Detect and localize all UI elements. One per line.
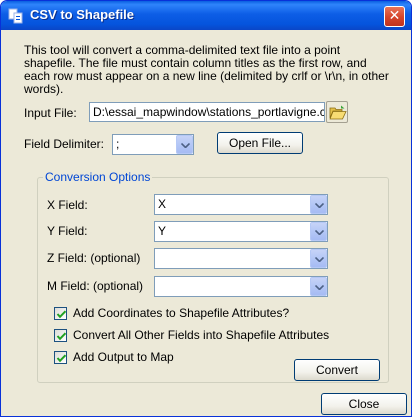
y-field-select[interactable]: Y (154, 221, 328, 242)
title-bar[interactable]: CSV to Shapefile ✕ (1, 1, 411, 30)
chevron-down-icon[interactable] (310, 195, 327, 214)
y-field-label: Y Field: (47, 224, 88, 238)
add-coordinates-label[interactable]: Add Coordinates to Shapefile Attributes? (73, 306, 289, 320)
app-icon (8, 8, 24, 24)
y-field-value: Y (158, 224, 167, 238)
title-close-icon[interactable]: ✕ (384, 6, 405, 27)
add-coordinates-checkbox[interactable] (54, 307, 67, 320)
convert-other-fields-checkbox[interactable] (54, 329, 67, 342)
convert-other-fields-label[interactable]: Convert All Other Fields into Shapefile … (73, 328, 329, 342)
chevron-down-icon[interactable] (176, 135, 193, 154)
field-delimiter-select[interactable]: ; (112, 134, 194, 155)
conversion-options-title: Conversion Options (43, 170, 153, 184)
x-field-value: X (158, 197, 167, 211)
browse-folder-button[interactable] (326, 101, 348, 123)
check-mark-icon (56, 354, 67, 363)
input-file-label: Input File: (24, 106, 77, 120)
csv-to-shapefile-window: CSV to Shapefile ✕ This tool will conver… (0, 0, 412, 417)
chevron-down-icon[interactable] (310, 222, 327, 241)
x-field-label: X Field: (47, 198, 88, 212)
open-file-button[interactable]: Open File... (217, 132, 303, 154)
convert-button[interactable]: Convert (294, 359, 380, 381)
chevron-down-icon[interactable] (310, 277, 327, 296)
check-mark-icon (56, 310, 67, 319)
z-field-label: Z Field: (optional) (47, 251, 141, 265)
description-text: This tool will convert a comma-delimited… (24, 43, 389, 96)
check-mark-icon (56, 332, 67, 341)
dialog-body: This tool will convert a comma-delimited… (4, 30, 408, 415)
field-delimiter-value: ; (116, 137, 120, 151)
add-output-to-map-checkbox[interactable] (54, 351, 67, 364)
window-title: CSV to Shapefile (30, 7, 135, 22)
chevron-down-icon[interactable] (310, 249, 327, 268)
m-field-select[interactable] (154, 276, 328, 297)
x-field-select[interactable]: X (154, 194, 328, 215)
field-delimiter-label: Field Delimiter: (24, 137, 105, 151)
add-output-to-map-label[interactable]: Add Output to Map (73, 350, 174, 364)
m-field-label: M Field: (optional) (47, 279, 144, 293)
close-button[interactable]: Close (321, 393, 407, 415)
folder-open-icon (329, 105, 347, 120)
z-field-select[interactable] (154, 248, 328, 269)
input-file-field[interactable]: D:\essai_mapwindow\stations_portlavigne.… (89, 102, 325, 122)
